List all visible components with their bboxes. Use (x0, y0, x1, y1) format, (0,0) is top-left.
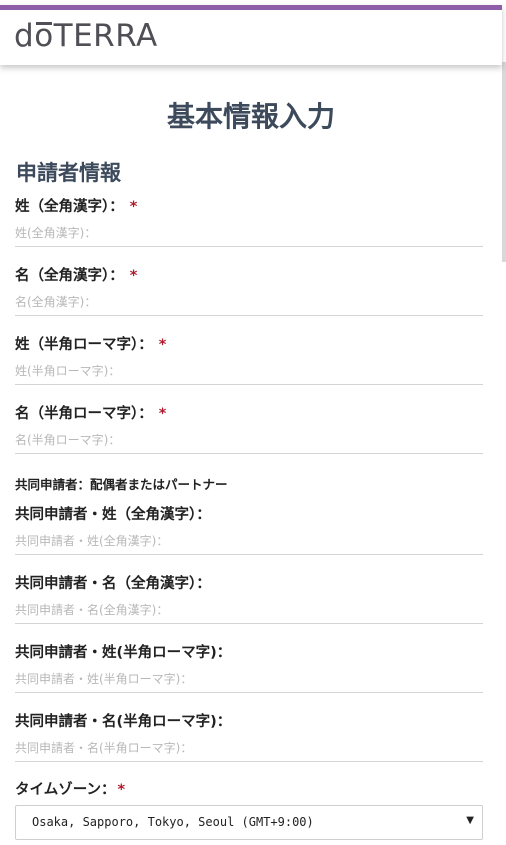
field-label: 姓（全角漢字）： * (15, 196, 483, 218)
logo-text-o: o (34, 18, 54, 54)
first-name-kanji-input[interactable] (15, 287, 483, 316)
co-last-name-romaji-field: 共同申請者・姓(半角ローマ字)： (15, 642, 483, 693)
dropdown-arrow-icon: ▼ (466, 815, 474, 826)
field-label: 名（全角漢字）： * (15, 265, 483, 287)
section-title: 申請者情報 (16, 161, 121, 185)
logo-text-terra: TERRA (53, 18, 158, 54)
field-label: 名（半角ローマ字）： * (15, 403, 483, 425)
field-label-text: 名（半角ローマ字）： (15, 406, 153, 422)
co-first-name-romaji-field: 共同申請者・名(半角ローマ字)： (15, 711, 483, 762)
field-label: 姓（半角ローマ字）： * (15, 334, 483, 356)
doterra-logo[interactable]: doTERRA (14, 18, 158, 54)
timezone-label-text: タイムゾーン： (15, 782, 116, 798)
co-last-name-romaji-input[interactable] (15, 664, 483, 693)
co-last-name-kanji-input[interactable] (15, 526, 483, 555)
field-label: 共同申請者・名（全角漢字）： (15, 576, 211, 592)
co-first-name-romaji-input[interactable] (15, 733, 483, 762)
required-mark: * (158, 337, 167, 353)
timezone-selected-value: Osaka, Sapporo, Tokyo, Seoul (GMT+9:00) (32, 815, 314, 829)
field-label-text: 姓（全角漢字）： (15, 199, 124, 215)
field-label-text: 名（全角漢字）： (15, 268, 124, 284)
first-name-romaji-input[interactable] (15, 425, 483, 454)
site-header: doTERRA (0, 5, 502, 65)
required-mark: * (129, 268, 138, 284)
page-title: 基本情報入力 (166, 100, 335, 133)
first-name-kanji-field: 名（全角漢字）： * (15, 265, 483, 316)
field-label: 共同申請者・名(半角ローマ字)： (15, 714, 232, 730)
page-scrollbar[interactable] (502, 62, 506, 262)
co-first-name-kanji-field: 共同申請者・名（全角漢字）： (15, 573, 483, 624)
last-name-romaji-field: 姓（半角ローマ字）： * (15, 334, 483, 385)
field-label-text: 姓（半角ローマ字）： (15, 337, 153, 353)
first-name-romaji-field: 名（半角ローマ字）： * (15, 403, 483, 454)
field-label: 共同申請者・姓(半角ローマ字)： (15, 645, 232, 661)
required-mark: * (129, 199, 138, 215)
required-mark: * (158, 406, 167, 422)
last-name-kanji-input[interactable] (15, 218, 483, 247)
timezone-select[interactable]: Osaka, Sapporo, Tokyo, Seoul (GMT+9:00) … (15, 805, 483, 840)
timezone-label: タイムゾーン： * (15, 778, 125, 799)
last-name-romaji-input[interactable] (15, 356, 483, 385)
last-name-kanji-field: 姓（全角漢字）： * (15, 196, 483, 247)
co-first-name-kanji-input[interactable] (15, 595, 483, 624)
logo-text-d: d (14, 18, 35, 54)
field-label: 共同申請者・姓（全角漢字）： (15, 507, 211, 523)
co-applicant-note: 共同申請者：配偶者またはパートナー (15, 477, 228, 492)
required-mark: * (117, 782, 126, 798)
co-last-name-kanji-field: 共同申請者・姓（全角漢字）： (15, 504, 483, 555)
